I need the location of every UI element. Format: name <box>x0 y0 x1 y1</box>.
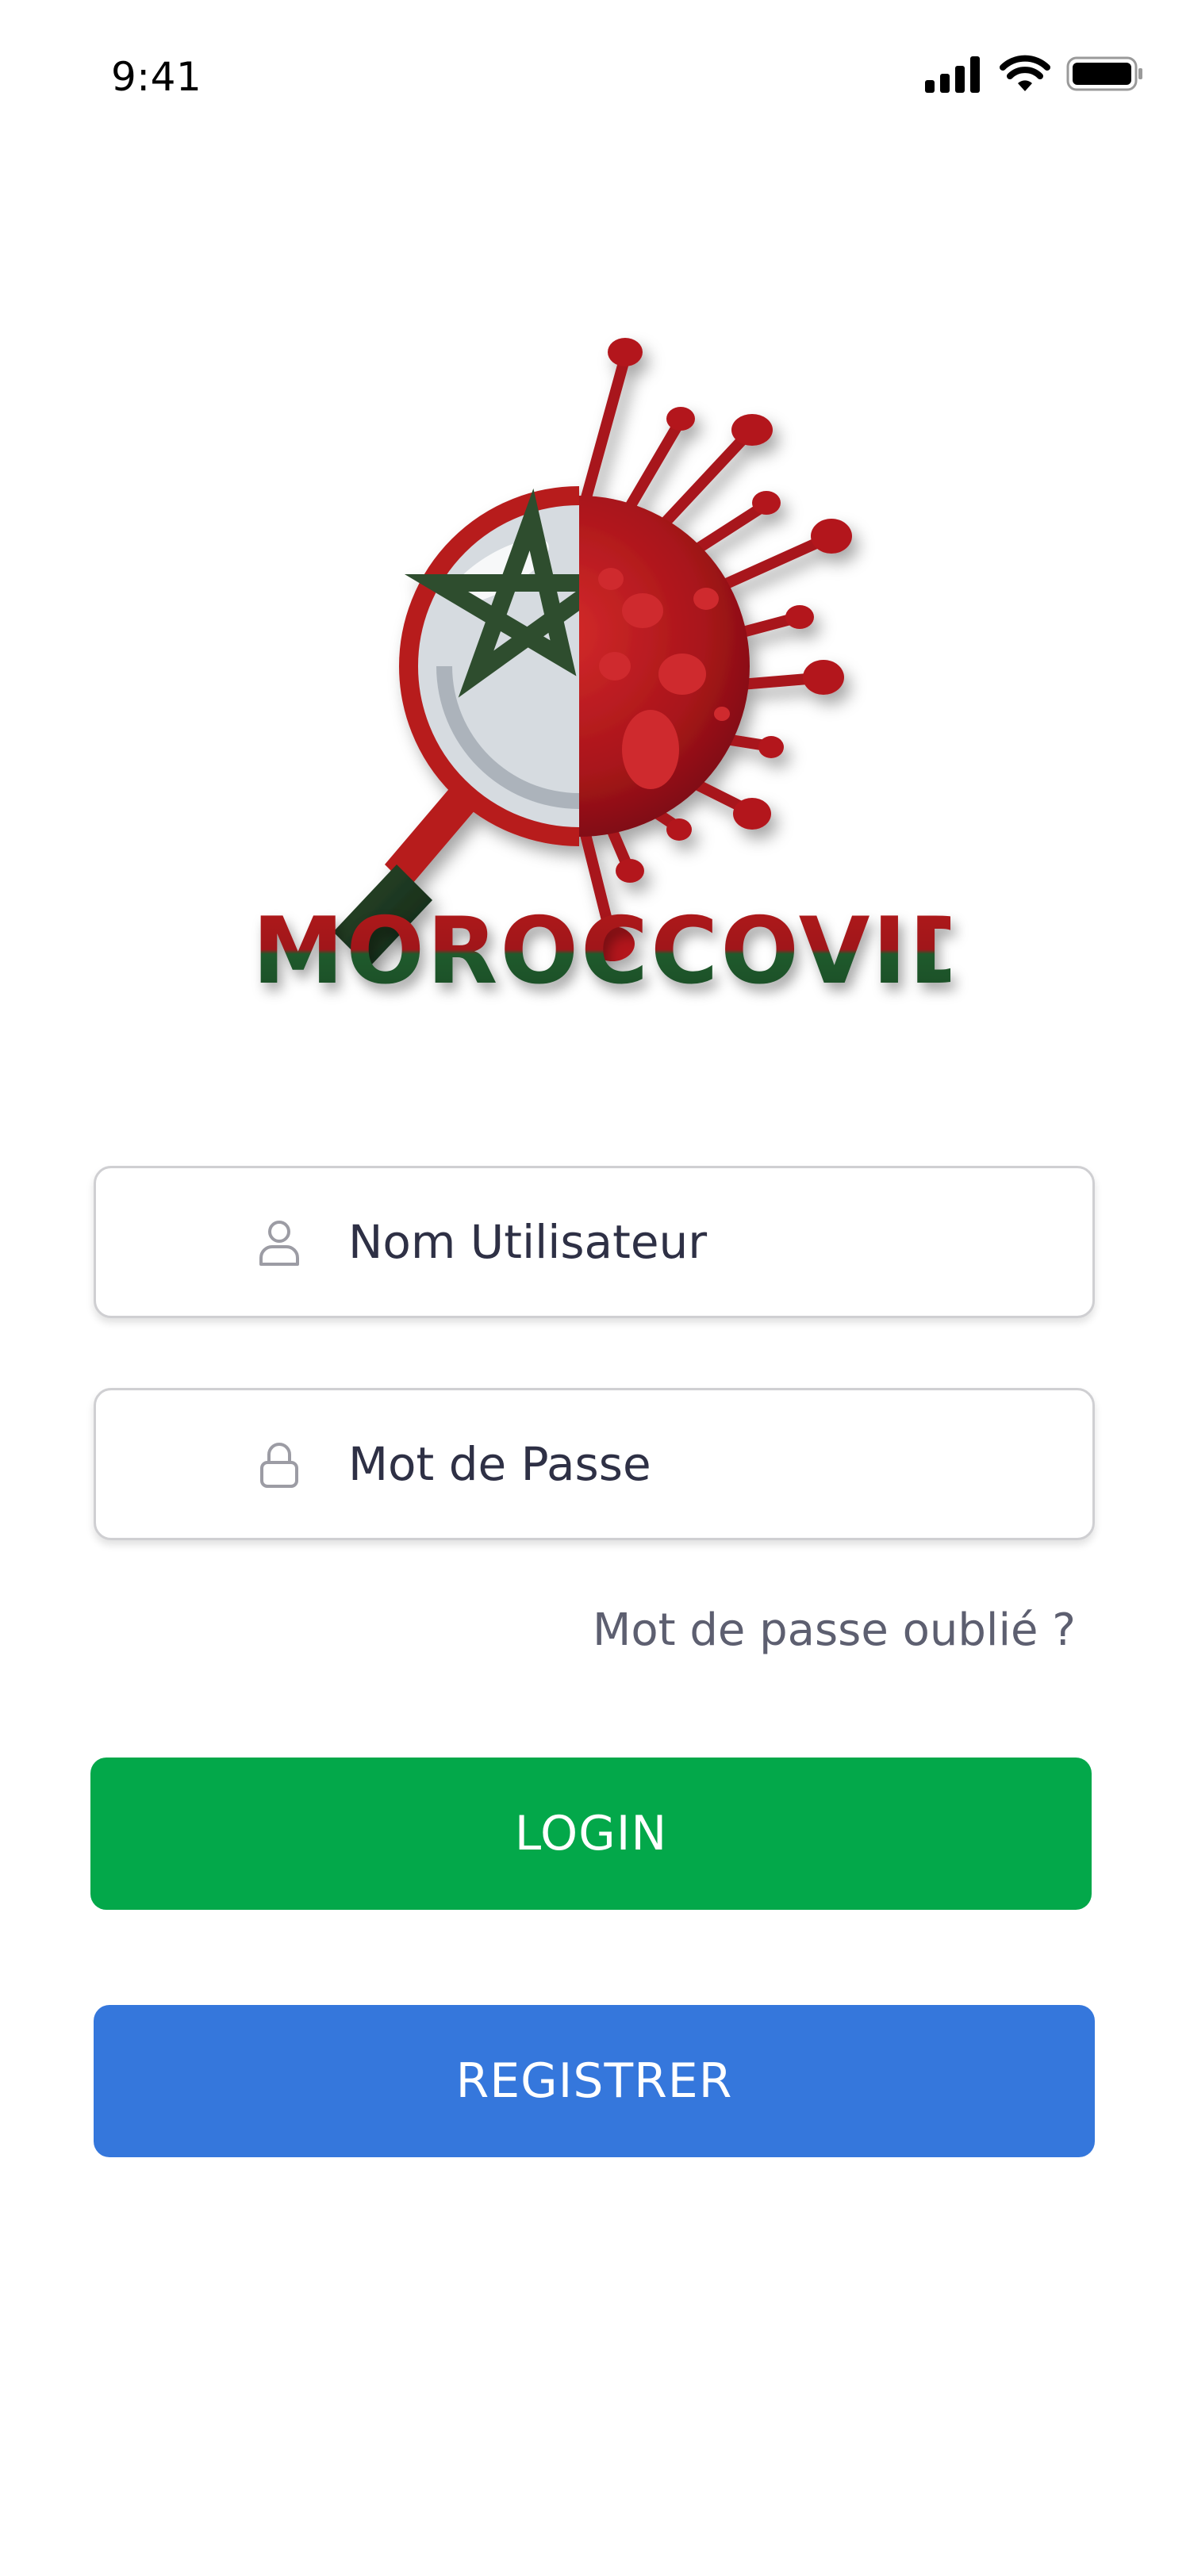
forgot-password-link[interactable]: Mot de passe oublié ? <box>593 1599 1076 1662</box>
wifi-icon <box>1000 55 1050 93</box>
password-input[interactable] <box>348 1437 983 1491</box>
login-button[interactable]: LOGIN <box>90 1758 1092 1910</box>
battery-icon <box>1066 55 1144 93</box>
cellular-signal-icon <box>925 55 982 93</box>
status-time: 9:41 <box>111 54 202 100</box>
status-icons <box>925 52 1144 95</box>
username-input[interactable] <box>348 1215 983 1269</box>
password-field[interactable] <box>94 1388 1095 1540</box>
username-field[interactable] <box>94 1166 1095 1318</box>
app-wordmark: MOROCCOVID <box>252 896 985 1007</box>
user-icon <box>251 1218 307 1266</box>
register-button[interactable]: REGISTRER <box>94 2005 1095 2157</box>
lock-icon <box>251 1440 307 1488</box>
